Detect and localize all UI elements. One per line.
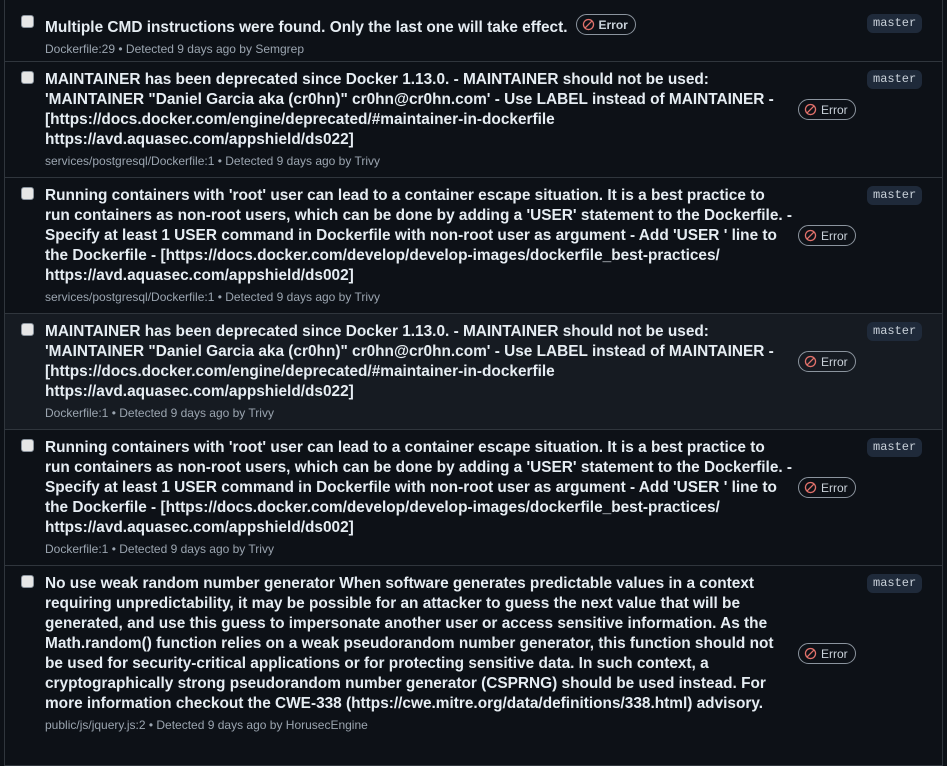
alert-title[interactable]: Running containers with 'root' user can …	[45, 438, 793, 538]
alert-title[interactable]: Multiple CMD instructions were found. On…	[45, 19, 568, 36]
alert-row[interactable]: Running containers with 'root' user can …	[5, 178, 942, 314]
select-checkbox[interactable]	[21, 15, 34, 28]
alert-row[interactable]: MAINTAINER has been deprecated since Doc…	[5, 314, 942, 430]
severity-badge: Error	[575, 14, 636, 35]
alert-meta: Dockerfile:29 • Detected 9 days ago by S…	[45, 42, 305, 56]
severity-badge: Error	[798, 225, 856, 246]
severity-label: Error	[821, 480, 848, 495]
select-checkbox[interactable]	[21, 575, 34, 588]
branch-label: master	[867, 322, 923, 341]
severity-badge: Error	[798, 99, 856, 120]
branch-label: master	[867, 70, 923, 89]
severity-label: Error	[821, 228, 848, 243]
alert-meta: services/postgresql/Dockerfile:1 • Detec…	[45, 154, 381, 168]
branch-label: master	[867, 186, 923, 205]
alert-meta: Dockerfile:1 • Detected 9 days ago by Tr…	[45, 542, 274, 556]
severity-badge: Error	[798, 477, 856, 498]
branch-label: master	[867, 574, 923, 593]
alert-row[interactable]: MAINTAINER has been deprecated since Doc…	[5, 62, 942, 178]
severity-label: Error	[821, 354, 848, 369]
alert-title[interactable]: MAINTAINER has been deprecated since Doc…	[45, 70, 793, 150]
alert-meta: services/postgresql/Dockerfile:1 • Detec…	[45, 290, 381, 304]
severity-label: Error	[598, 17, 628, 32]
severity-label: Error	[821, 646, 848, 661]
stop-icon	[804, 355, 817, 368]
alert-meta: public/js/jquery.js:2 • Detected 9 days …	[45, 718, 368, 732]
alert-row[interactable]: Multiple CMD instructions were found. On…	[5, 0, 942, 62]
severity-badge: Error	[798, 351, 856, 372]
select-checkbox[interactable]	[21, 439, 34, 452]
select-checkbox[interactable]	[21, 187, 34, 200]
alert-title[interactable]: MAINTAINER has been deprecated since Doc…	[45, 322, 793, 402]
alert-meta: Dockerfile:1 • Detected 9 days ago by Tr…	[45, 406, 274, 420]
stop-icon	[804, 229, 817, 242]
stop-icon	[804, 103, 817, 116]
severity-label: Error	[821, 102, 848, 117]
stop-icon	[804, 647, 817, 660]
select-checkbox[interactable]	[21, 323, 34, 336]
branch-label: master	[867, 14, 923, 33]
alert-title[interactable]: No use weak random number generator When…	[45, 574, 793, 714]
select-checkbox[interactable]	[21, 71, 34, 84]
severity-badge: Error	[798, 643, 856, 664]
stop-icon	[582, 18, 594, 31]
stop-icon	[804, 481, 817, 494]
branch-label: master	[867, 438, 923, 457]
alert-row[interactable]: Running containers with 'root' user can …	[5, 430, 942, 566]
alert-row[interactable]: No use weak random number generator When…	[5, 566, 942, 766]
alert-title[interactable]: Running containers with 'root' user can …	[45, 186, 793, 286]
alert-list: Multiple CMD instructions were found. On…	[4, 0, 943, 766]
